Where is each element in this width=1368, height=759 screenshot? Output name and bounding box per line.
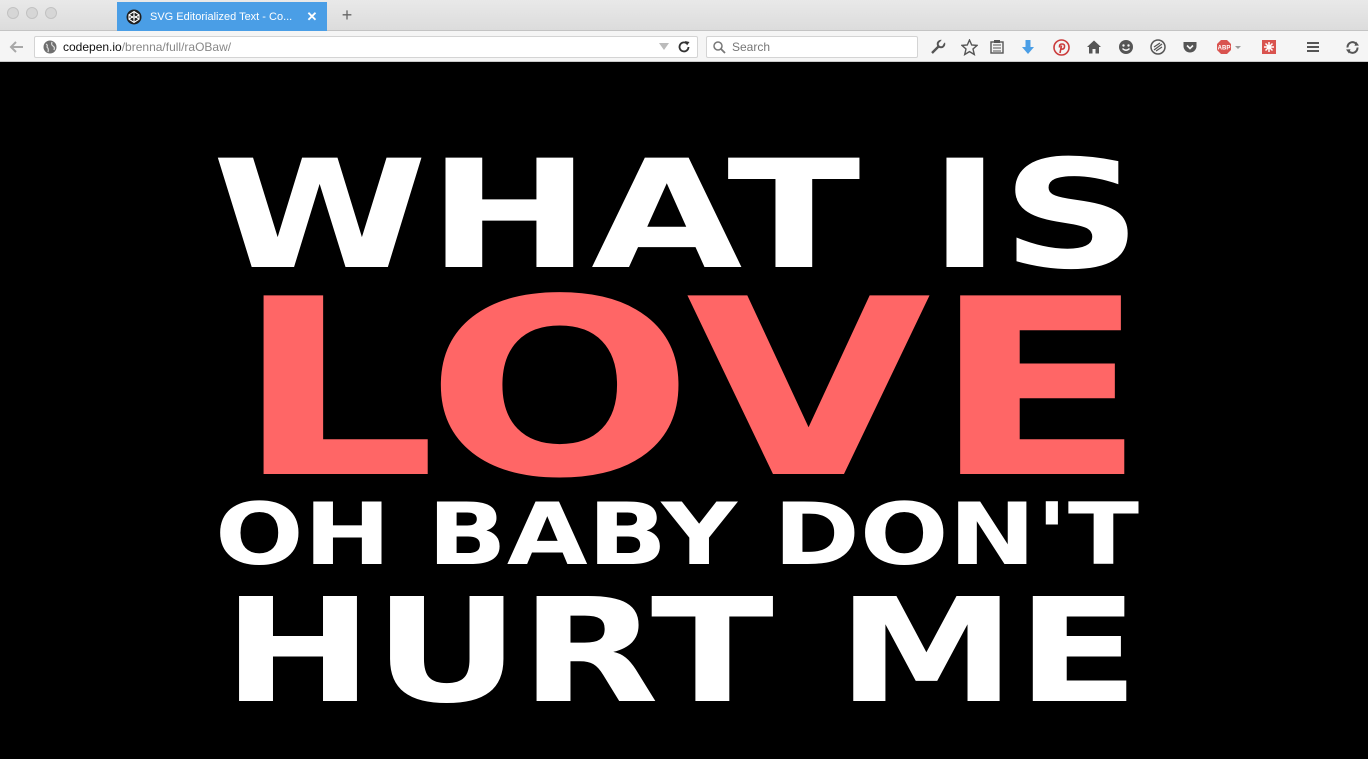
poster-line-hurt-me: HURT ME [223, 567, 1140, 735]
window-close-button[interactable] [7, 7, 19, 19]
url-bar[interactable]: codepen.io/brenna/full/raOBaw/ [34, 36, 698, 58]
search-bar[interactable]: Search [706, 36, 918, 58]
extension-icon[interactable] [1260, 38, 1278, 56]
reading-list-icon[interactable] [988, 38, 1006, 56]
adblock-label: ABP [1218, 46, 1231, 52]
window-zoom-button[interactable] [45, 7, 57, 19]
tab-close-button[interactable]: ✕ [305, 9, 319, 25]
tab-strip: SVG Editorialized Text - Co... ✕ + [0, 0, 1368, 31]
url-host: codepen.io [63, 40, 122, 54]
wrench-icon[interactable] [929, 38, 947, 56]
search-placeholder: Search [732, 40, 771, 54]
svg-poster: WHAT IS LOVE OH BABY DON'T HURT ME [212, 129, 1148, 735]
new-tab-button[interactable]: + [338, 4, 356, 26]
globe-icon [43, 40, 57, 54]
back-button[interactable] [8, 38, 26, 56]
url-path: /brenna/full/raOBaw/ [121, 40, 232, 54]
navigation-bar: codepen.io/brenna/full/raOBaw/ Search AB [0, 31, 1368, 62]
search-icon [713, 40, 726, 54]
sync-icon[interactable] [1149, 38, 1167, 56]
menu-icon[interactable] [1304, 38, 1322, 56]
tab-active[interactable]: SVG Editorialized Text - Co... ✕ [117, 2, 327, 31]
window-minimize-button[interactable] [26, 7, 38, 19]
smiley-icon[interactable] [1117, 38, 1135, 56]
pocket-icon[interactable] [1181, 38, 1199, 56]
codepen-icon [125, 8, 142, 25]
reload-icon[interactable] [677, 40, 691, 54]
download-icon[interactable] [1019, 38, 1037, 56]
url-dropdown-icon[interactable] [659, 43, 669, 50]
tab-title: SVG Editorialized Text - Co... [150, 10, 293, 23]
home-icon[interactable] [1085, 38, 1103, 56]
adblock-icon[interactable]: ABP [1216, 38, 1244, 56]
refresh-extension-icon[interactable] [1343, 38, 1361, 56]
page-content: WHAT IS LOVE OH BABY DON'T HURT ME [0, 62, 1368, 759]
star-icon[interactable] [960, 38, 978, 56]
pinterest-icon[interactable] [1052, 38, 1070, 56]
